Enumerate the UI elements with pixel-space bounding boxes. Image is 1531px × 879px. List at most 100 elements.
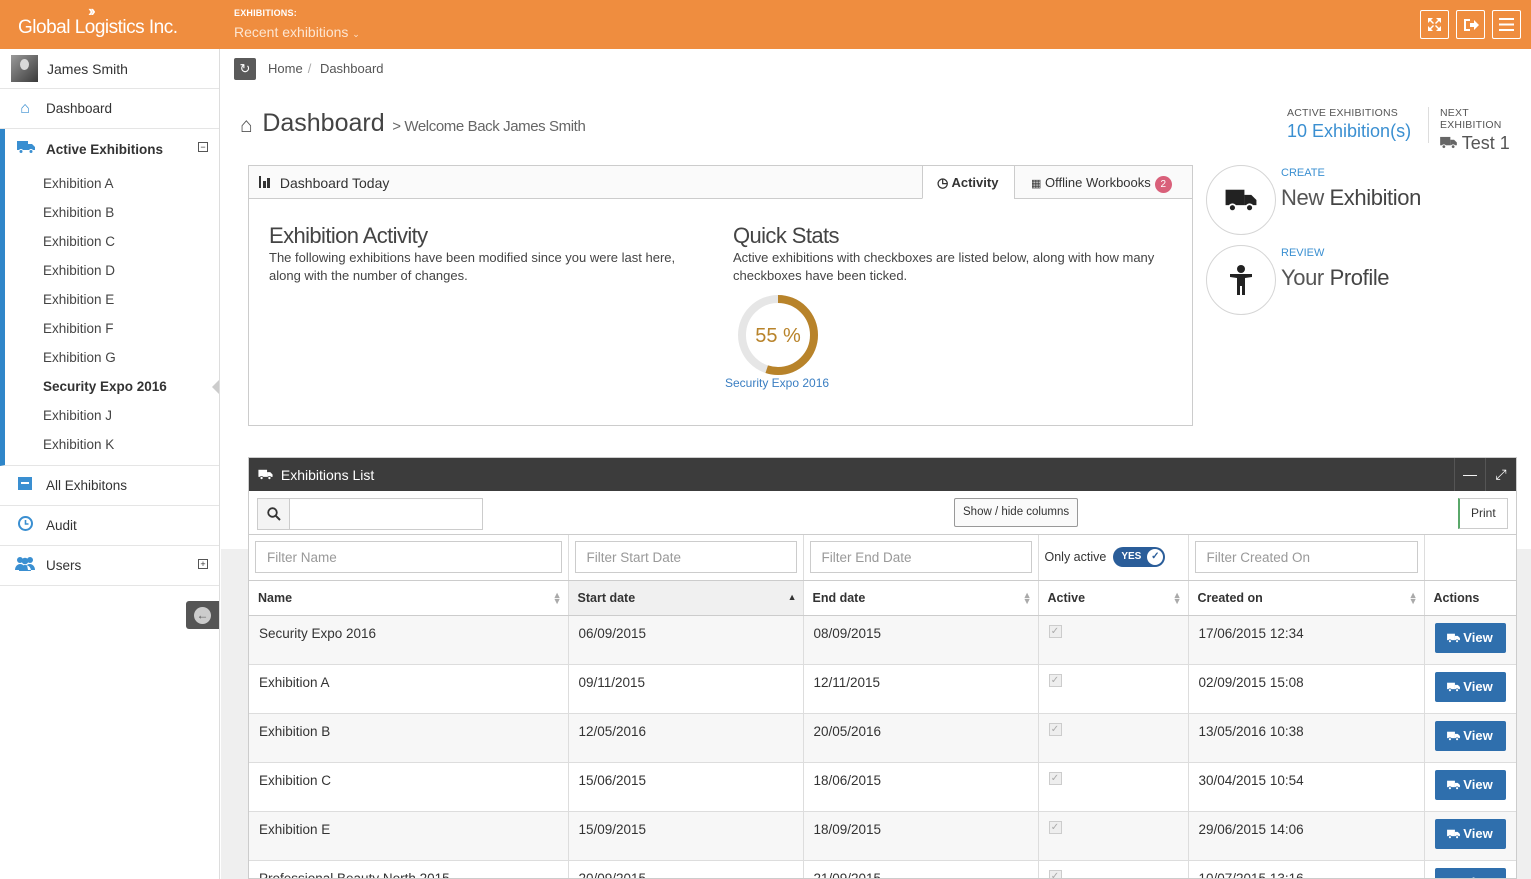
minimize-button[interactable]: — — [1454, 458, 1485, 491]
active-exhibitions-count[interactable]: 10 Exhibition(s) — [1287, 121, 1411, 142]
sidebar-item-label: Active Exhibitions — [46, 141, 164, 157]
sidebar-subitem[interactable]: Exhibition B — [5, 198, 219, 227]
cell-end-date: 20/05/2016 — [803, 713, 1039, 763]
breadcrumb-home[interactable]: Home — [268, 61, 303, 76]
create-title: New Exhibition — [1281, 185, 1421, 210]
offline-count-badge: 2 — [1154, 176, 1172, 193]
search-icon — [266, 507, 281, 521]
page-title-text: Dashboard — [262, 109, 385, 137]
logout-icon — [1463, 18, 1479, 31]
expand-plus-icon[interactable]: + — [198, 559, 208, 569]
calendar-icon — [0, 476, 46, 495]
active-exhibitions-section: Active Exhibitions − Exhibition A Exhibi… — [0, 129, 219, 466]
sidebar-subitem-current[interactable]: Security Expo 2016 — [5, 372, 219, 401]
cell-name: Exhibition C — [249, 762, 569, 812]
sidebar-subitem[interactable]: Exhibition F — [5, 314, 219, 343]
next-exhibition-stat: NEXT EXHIBITION Test 1 — [1440, 107, 1531, 154]
cell-end-date: 21/09/2015 — [803, 860, 1039, 878]
sidebar-subitem[interactable]: Exhibition E — [5, 285, 219, 314]
sidebar-subitem[interactable]: Exhibition A — [5, 169, 219, 198]
active-checkbox[interactable]: ✓ — [1048, 673, 1062, 687]
column-header-end-date[interactable]: End date ▲ ▼ — [803, 580, 1039, 616]
sidebar-item-all-exhibitions[interactable]: All Exhibitons — [0, 466, 219, 506]
truck-icon — [1440, 136, 1457, 149]
tab-activity[interactable]: ◷ Activity — [922, 165, 1015, 199]
filter-end-date-input[interactable] — [809, 541, 1032, 574]
sidebar-item-users[interactable]: Users + — [0, 546, 219, 586]
cell-start-date: 12/05/2016 — [568, 713, 804, 763]
next-exhibition-value[interactable]: Test 1 — [1440, 133, 1531, 154]
active-checkbox[interactable]: ✓ — [1048, 771, 1062, 785]
sidebar-subitem[interactable]: Exhibition D — [5, 256, 219, 285]
arrow-left-icon: ← — [194, 606, 211, 624]
column-header-actions: Actions — [1424, 580, 1516, 616]
table-row: Professional Beauty North 2015 20/09/2015… — [249, 860, 1516, 878]
fullscreen-button[interactable] — [1420, 10, 1449, 39]
recent-exhibitions-dropdown[interactable]: Recent exhibitions ⌄ — [234, 24, 360, 40]
cell-actions: View — [1424, 713, 1516, 763]
sidebar-subitem[interactable]: Exhibition K — [5, 430, 219, 459]
view-button[interactable]: View — [1434, 622, 1506, 653]
cell-start-date: 20/09/2015 — [568, 860, 804, 878]
column-header-name[interactable]: Name ▲ ▼ — [249, 580, 569, 616]
brand-logo[interactable]: ›› Global Logistics Inc. — [0, 0, 220, 49]
sidebar-item-label: Audit — [46, 518, 77, 533]
view-button[interactable]: View — [1434, 769, 1506, 800]
sidebar-item-label: All Exhibitons — [46, 478, 128, 493]
main-content: ↻ Home / Dashboard ⌂ Dashboard > Welcome … — [221, 49, 1531, 879]
active-checkbox[interactable]: ✓ — [1048, 722, 1062, 736]
sidebar-subitem[interactable]: Exhibition J — [5, 401, 219, 430]
sidebar-item-audit[interactable]: Audit — [0, 506, 219, 546]
menu-icon — [1499, 18, 1514, 31]
active-checkbox[interactable]: ✓ — [1048, 869, 1062, 878]
exhibition-activity-title: Exhibition Activity — [269, 223, 428, 248]
logout-button[interactable] — [1456, 10, 1485, 39]
cell-name: Security Expo 2016 — [249, 615, 569, 665]
column-header-created-on[interactable]: Created on ▲ ▼ — [1188, 580, 1425, 616]
cell-active: ✓ — [1038, 664, 1189, 714]
show-hide-columns-button[interactable]: Show / hide columns — [954, 498, 1079, 527]
search-input[interactable] — [290, 498, 483, 530]
active-checkbox[interactable]: ✓ — [1048, 624, 1062, 638]
filter-start-date-input[interactable] — [574, 541, 797, 574]
sort-icon: ▲ ▼ — [1172, 589, 1182, 606]
tab-offline-workbooks[interactable]: ▦ Offline Workbooks 2 — [1014, 165, 1193, 199]
sidebar-item-dashboard[interactable]: ⌂ Dashboard — [0, 89, 219, 129]
only-active-toggle[interactable]: YES ✓ — [1113, 547, 1166, 568]
collapse-sidebar-button[interactable]: ← — [186, 601, 219, 629]
users-icon — [0, 556, 46, 576]
progress-donut: 55 % — [738, 295, 818, 375]
view-button[interactable]: View — [1434, 720, 1506, 751]
sort-icon: ▲ ▼ — [1408, 589, 1418, 606]
table-row: Exhibition A 09/11/2015 12/11/2015 ✓ 02/09/2… — [249, 664, 1516, 714]
quick-stats-title: Quick Stats — [733, 223, 839, 248]
refresh-button[interactable]: ↻ — [234, 58, 256, 80]
filter-name-input[interactable] — [255, 541, 562, 574]
column-header-start-date[interactable]: Start date ▲ — [568, 580, 804, 616]
column-header-active[interactable]: Active ▲ ▼ — [1038, 580, 1189, 616]
search-button[interactable] — [257, 498, 290, 530]
filter-created-on-input[interactable] — [1194, 541, 1418, 574]
view-button[interactable]: View — [1434, 671, 1506, 702]
menu-button[interactable] — [1492, 10, 1521, 39]
table-icon: ▦ — [1031, 178, 1042, 190]
cell-name: Exhibition A — [249, 664, 569, 714]
breadcrumb-current: Dashboard — [319, 61, 384, 76]
sidebar-subitem[interactable]: Exhibition C — [5, 227, 219, 256]
exhibitions-list-title: Exhibitions List — [258, 467, 374, 483]
sidebar-user[interactable]: James Smith — [0, 49, 219, 89]
dashboard-today-panel: Dashboard Today ◷ Activity ▦ Offline Wor… — [248, 165, 1193, 426]
view-button[interactable]: View — [1434, 867, 1506, 878]
sort-ascending-icon: ▲ — [787, 591, 797, 602]
cell-created-on: 13/05/2016 10:38 — [1188, 713, 1425, 763]
recent-exhibitions-label: Recent exhibitions — [234, 24, 349, 40]
expand-button[interactable]: ⤢ — [1485, 458, 1516, 491]
sidebar-item-active-exhibitions[interactable]: Active Exhibitions − — [5, 129, 219, 169]
print-button[interactable]: Print — [1458, 498, 1508, 529]
cell-actions: View — [1424, 762, 1516, 812]
active-checkbox[interactable]: ✓ — [1048, 820, 1062, 834]
sidebar-subitem[interactable]: Exhibition G — [5, 343, 219, 372]
donut-exhibition-link[interactable]: Security Expo 2016 — [725, 376, 829, 390]
view-button[interactable]: View — [1434, 818, 1506, 849]
collapse-minus-icon[interactable]: − — [198, 142, 208, 152]
